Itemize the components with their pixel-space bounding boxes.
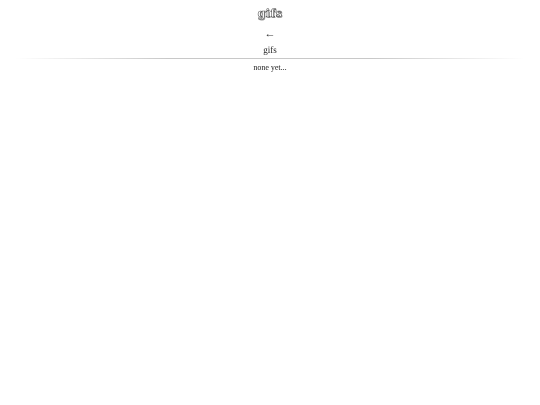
page-title: gifs [263,45,277,55]
empty-state-message: none yet... [253,63,287,72]
page: gifs ← gifs none yet... [0,0,540,405]
divider [15,58,525,59]
site-logo: gifs [257,7,283,21]
back-arrow-icon[interactable]: ← [0,27,540,41]
